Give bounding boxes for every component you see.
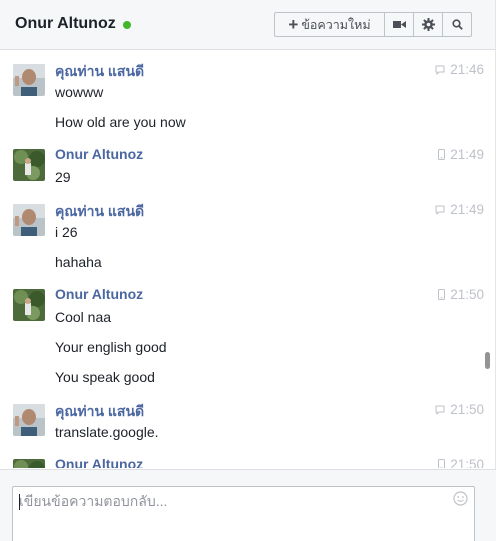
chat-bubble-icon bbox=[435, 65, 445, 75]
message-meta: 21:50 bbox=[438, 457, 484, 468]
new-message-button[interactable]: + ข้อความใหม่ bbox=[274, 12, 385, 37]
chat-bubble-icon bbox=[435, 405, 445, 415]
avatar[interactable] bbox=[13, 64, 45, 96]
scrollbar-thumb[interactable] bbox=[485, 352, 490, 369]
message-text: You speak good bbox=[55, 369, 155, 385]
sender-name[interactable]: Onur Altunoz bbox=[55, 286, 143, 302]
mobile-phone-icon bbox=[438, 149, 446, 160]
message-meta: 21:50 bbox=[438, 287, 484, 302]
settings-button[interactable] bbox=[414, 12, 443, 37]
mobile-phone-icon bbox=[438, 459, 446, 468]
search-button[interactable] bbox=[443, 12, 472, 37]
plus-icon: + bbox=[288, 15, 299, 34]
message-time: 21:49 bbox=[450, 147, 484, 162]
message-text: i 26 bbox=[55, 224, 78, 240]
emoji-icon[interactable] bbox=[453, 491, 468, 506]
message-time: 21:46 bbox=[450, 62, 484, 77]
message-text: wowww bbox=[55, 84, 104, 100]
avatar[interactable] bbox=[13, 204, 45, 236]
sender-name[interactable]: คุณท่าน แสนดี bbox=[55, 201, 144, 223]
sender-name[interactable]: Onur Altunoz bbox=[55, 456, 143, 468]
online-status-dot bbox=[122, 20, 131, 29]
search-icon bbox=[451, 19, 463, 30]
message-text: hahaha bbox=[55, 254, 102, 270]
gear-icon bbox=[421, 18, 435, 31]
new-message-label: ข้อความใหม่ bbox=[301, 17, 371, 32]
panel-divider bbox=[495, 0, 496, 541]
message-text: Your english good bbox=[55, 339, 167, 355]
mobile-phone-icon bbox=[438, 289, 446, 300]
avatar[interactable] bbox=[13, 404, 45, 436]
message-meta: 21:49 bbox=[435, 202, 484, 217]
video-call-button[interactable] bbox=[385, 12, 414, 37]
message-text: How old are you now bbox=[55, 114, 186, 130]
reply-composer bbox=[0, 469, 496, 541]
reply-input[interactable] bbox=[19, 493, 439, 509]
conversation-toolbar: + ข้อความใหม่ bbox=[274, 12, 472, 37]
conversation-header: Onur Altunoz + ข้อความใหม่ bbox=[0, 0, 496, 50]
reply-input-box[interactable] bbox=[12, 486, 475, 541]
avatar[interactable] bbox=[13, 289, 45, 321]
chat-bubble-icon bbox=[435, 205, 445, 215]
message-text: Cool naa bbox=[55, 309, 112, 325]
conversation-title-area: Onur Altunoz bbox=[15, 15, 131, 33]
message-time: 21:50 bbox=[450, 457, 484, 468]
sender-name[interactable]: คุณท่าน แสนดี bbox=[55, 61, 144, 83]
message-meta: 21:50 bbox=[435, 402, 484, 417]
message-meta: 21:46 bbox=[435, 62, 484, 77]
avatar[interactable] bbox=[13, 149, 45, 181]
message-text: translate.google. bbox=[55, 424, 159, 440]
message-text: 29 bbox=[55, 169, 71, 185]
conversation-title[interactable]: Onur Altunoz bbox=[15, 15, 116, 33]
message-meta: 21:49 bbox=[438, 147, 484, 162]
message-time: 21:50 bbox=[450, 402, 484, 417]
video-call-icon bbox=[392, 21, 406, 28]
sender-name[interactable]: Onur Altunoz bbox=[55, 146, 143, 162]
message-time: 21:50 bbox=[450, 287, 484, 302]
message-list[interactable]: คุณท่าน แสนดี 21:46 wowww How old are yo… bbox=[0, 52, 484, 468]
sender-name[interactable]: คุณท่าน แสนดี bbox=[55, 401, 144, 423]
message-time: 21:49 bbox=[450, 202, 484, 217]
avatar[interactable] bbox=[13, 459, 45, 468]
